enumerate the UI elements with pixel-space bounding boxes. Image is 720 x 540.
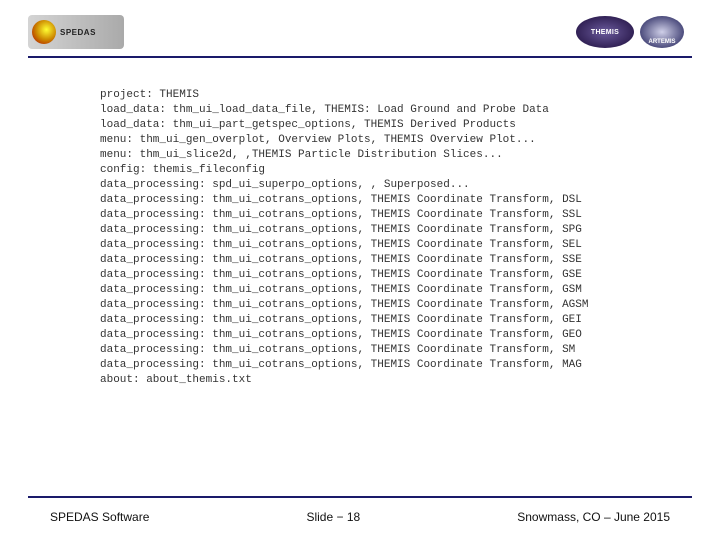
footer-right: Snowmass, CO – June 2015 — [517, 510, 670, 524]
themis-badge-icon: THEMIS — [576, 16, 634, 48]
artemis-badge-label: ARTEMIS — [649, 39, 676, 45]
header: SPEDAS THEMIS ARTEMIS — [0, 8, 720, 56]
divider-top — [28, 56, 692, 58]
logo-orb-icon — [32, 20, 56, 44]
mission-logos: THEMIS ARTEMIS — [576, 16, 684, 48]
spedas-logo: SPEDAS — [28, 15, 124, 49]
footer: SPEDAS Software Slide − 18 Snowmass, CO … — [0, 510, 720, 524]
footer-left: SPEDAS Software — [50, 510, 149, 524]
config-text-block: project: THEMIS load_data: thm_ui_load_d… — [100, 88, 690, 388]
artemis-badge-icon: ARTEMIS — [640, 16, 684, 48]
themis-badge-label: THEMIS — [591, 29, 619, 36]
divider-bottom — [28, 496, 692, 498]
spedas-logo-text: SPEDAS — [60, 28, 96, 37]
footer-center: Slide − 18 — [306, 510, 360, 524]
